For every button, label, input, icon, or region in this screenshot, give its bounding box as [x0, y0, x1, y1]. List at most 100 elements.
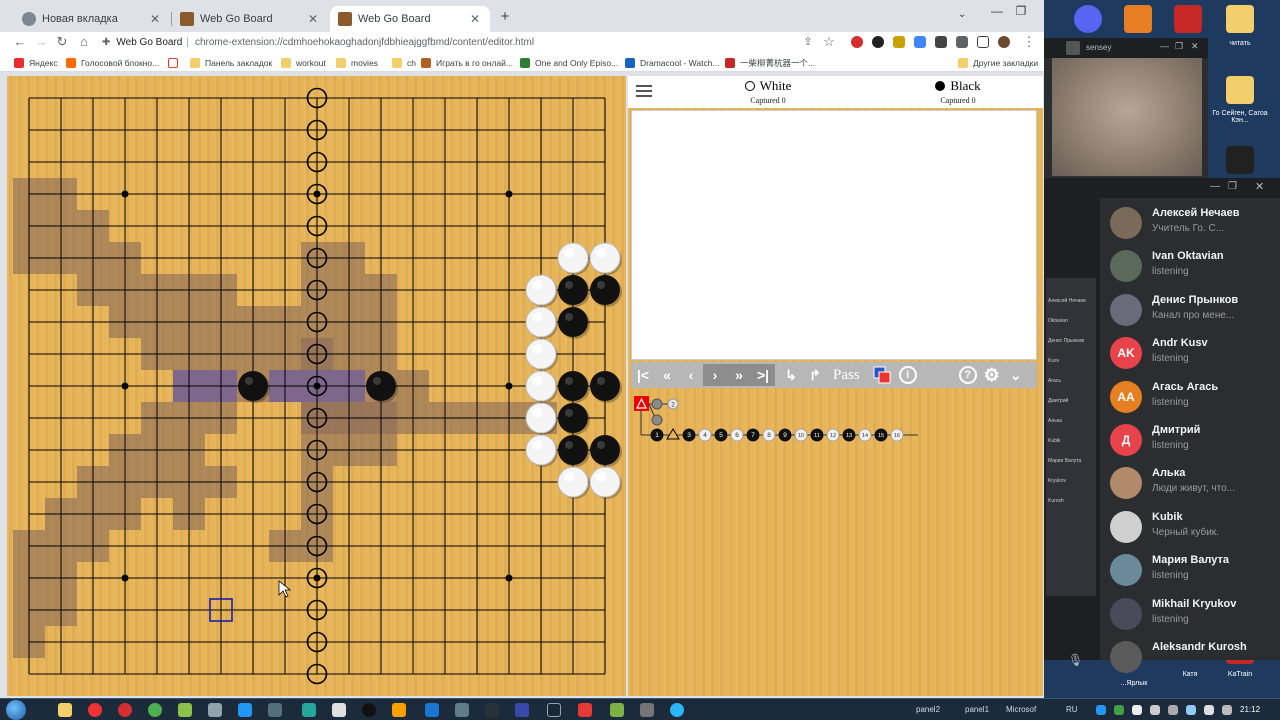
go-board-svg[interactable] [7, 76, 626, 696]
extension-icon[interactable] [893, 36, 905, 48]
maximize-icon[interactable]: ❐ [1011, 4, 1031, 18]
white-stone[interactable] [557, 242, 589, 274]
voice-user[interactable]: AA Агась Агась listening [1106, 378, 1280, 420]
bookmark-item[interactable]: movies [336, 56, 378, 70]
app-icon[interactable] [238, 703, 252, 717]
white-stone[interactable] [525, 274, 557, 306]
comment-box[interactable] [631, 110, 1037, 360]
chevron-down-icon[interactable]: ⌄ [1004, 364, 1028, 386]
copy-stones-icon[interactable] [870, 364, 894, 386]
steam-icon[interactable] [547, 703, 561, 717]
folder-icon[interactable] [1226, 5, 1254, 33]
bookmark-item[interactable]: One and Only Episo... [520, 56, 618, 70]
tree-variation-node[interactable] [651, 414, 663, 426]
tray-icon[interactable] [1096, 705, 1106, 715]
translate-extension-icon[interactable] [914, 36, 926, 48]
minimize-icon[interactable]: — [987, 4, 1007, 18]
back-ten-icon[interactable]: « [655, 364, 679, 386]
hamburger-menu-icon[interactable] [636, 85, 652, 100]
white-stone[interactable] [525, 306, 557, 338]
video-stream[interactable] [1052, 58, 1202, 176]
volume-icon[interactable] [1204, 705, 1214, 715]
telegram-icon[interactable] [670, 703, 684, 717]
tray-icon[interactable] [1168, 705, 1178, 715]
voice-user[interactable]: Kubik Черный кубик. [1106, 508, 1280, 550]
triangle-icon[interactable] [666, 428, 680, 440]
taskbar-panel2[interactable]: panel2 [916, 705, 940, 714]
voice-user[interactable]: Алька Люди живут, что... [1106, 464, 1280, 506]
voice-user[interactable]: Д Дмитрий listening [1106, 421, 1280, 463]
app-icon[interactable] [515, 703, 529, 717]
explorer-icon[interactable] [58, 703, 72, 717]
bookmark-item[interactable]: ch [392, 56, 416, 70]
white-stone[interactable] [525, 370, 557, 402]
bookmark-item[interactable]: workout [281, 56, 326, 70]
taskbar-panel1[interactable]: panel1 [965, 705, 989, 714]
app-icon[interactable] [1226, 146, 1254, 174]
white-stone[interactable] [589, 242, 621, 274]
app-icon[interactable] [332, 703, 346, 717]
white-stone[interactable] [589, 466, 621, 498]
opera-icon[interactable] [118, 703, 132, 717]
discord-icon[interactable] [1074, 5, 1102, 33]
bookmark-item[interactable]: 一柴柳菁杭器一个... [725, 56, 815, 70]
app-icon[interactable] [302, 703, 316, 717]
app-icon[interactable] [640, 703, 654, 717]
black-stone[interactable] [590, 371, 620, 401]
voice-user[interactable]: Mikhail Kryukov listening [1106, 595, 1280, 637]
plus-icon[interactable]: + [497, 8, 513, 25]
tab-new[interactable]: Новая вкладка ✕ [14, 6, 170, 32]
black-stone[interactable] [558, 371, 588, 401]
black-stone[interactable] [558, 435, 588, 465]
close-icon[interactable]: ✕ [468, 12, 482, 26]
close-icon[interactable]: ✕ [148, 12, 162, 26]
black-stone[interactable] [590, 435, 620, 465]
voice-user[interactable]: Мария Валута listening [1106, 551, 1280, 593]
star-icon[interactable]: ☆ [821, 34, 837, 50]
help-icon[interactable]: ? [956, 364, 980, 386]
tray-icon[interactable] [1186, 705, 1196, 715]
black-stone[interactable] [590, 275, 620, 305]
black-stone[interactable] [238, 371, 268, 401]
info-icon[interactable]: i [896, 364, 920, 386]
taskbar-microsoft[interactable]: Microsof [1006, 705, 1036, 714]
next-variation-icon[interactable]: ↳ [779, 364, 803, 386]
back-icon[interactable]: ‹ [679, 364, 703, 386]
black-stone[interactable] [558, 403, 588, 433]
go-board[interactable] [7, 76, 626, 696]
voice-user[interactable]: Денис Прынков Канал про мене... [1106, 291, 1280, 333]
first-move-icon[interactable]: |< [631, 364, 655, 386]
home-icon[interactable]: ⌂ [76, 34, 92, 50]
bookmark-item[interactable]: Другие закладки [958, 56, 1038, 70]
dark-mode-extension-icon[interactable] [872, 36, 884, 48]
close-icon[interactable]: ✕ [1191, 41, 1199, 52]
bookmark-item[interactable]: Голосовой блокно... [66, 56, 159, 70]
folder-icon[interactable] [1226, 76, 1254, 104]
maximize-icon[interactable]: ❐ [1228, 181, 1237, 192]
extension-icon[interactable] [935, 36, 947, 48]
black-stone[interactable] [366, 371, 396, 401]
language-indicator[interactable]: RU [1066, 705, 1078, 714]
minimize-icon[interactable]: — [1160, 41, 1169, 51]
voice-user[interactable]: AK Andr Kusv listening [1106, 334, 1280, 376]
app-icon[interactable] [362, 703, 376, 717]
app-icon[interactable] [268, 703, 282, 717]
white-stone[interactable] [525, 402, 557, 434]
game-tree[interactable]: 21 3 4 5 6 7 8 9 10 11 12 13 14 15 16 [628, 392, 1043, 472]
pass-button[interactable]: Pass [827, 367, 866, 384]
forward-icon[interactable]: › [703, 364, 727, 386]
black-stone[interactable] [558, 307, 588, 337]
minimize-icon[interactable]: — [1210, 181, 1220, 192]
share-icon[interactable]: ⇪ [800, 34, 816, 50]
bookmark-item[interactable]: Яндекс [14, 56, 58, 70]
tab-go-board-2[interactable]: Web Go Board ✕ [330, 6, 490, 32]
opera-extension-icon[interactable] [851, 36, 863, 48]
forward-arrow-icon[interactable]: → [33, 34, 49, 50]
bookmark-item[interactable]: Панель закладок [190, 56, 272, 70]
white-stone[interactable] [557, 466, 589, 498]
address-bar[interactable]: ✚ Web Go Board | chrome-extension://cdmh… [102, 33, 792, 51]
app-icon[interactable] [485, 703, 499, 717]
bookmark-item[interactable] [168, 56, 183, 70]
microphone-icon[interactable]: 🎙 [1068, 653, 1083, 667]
white-stone[interactable] [525, 338, 557, 370]
